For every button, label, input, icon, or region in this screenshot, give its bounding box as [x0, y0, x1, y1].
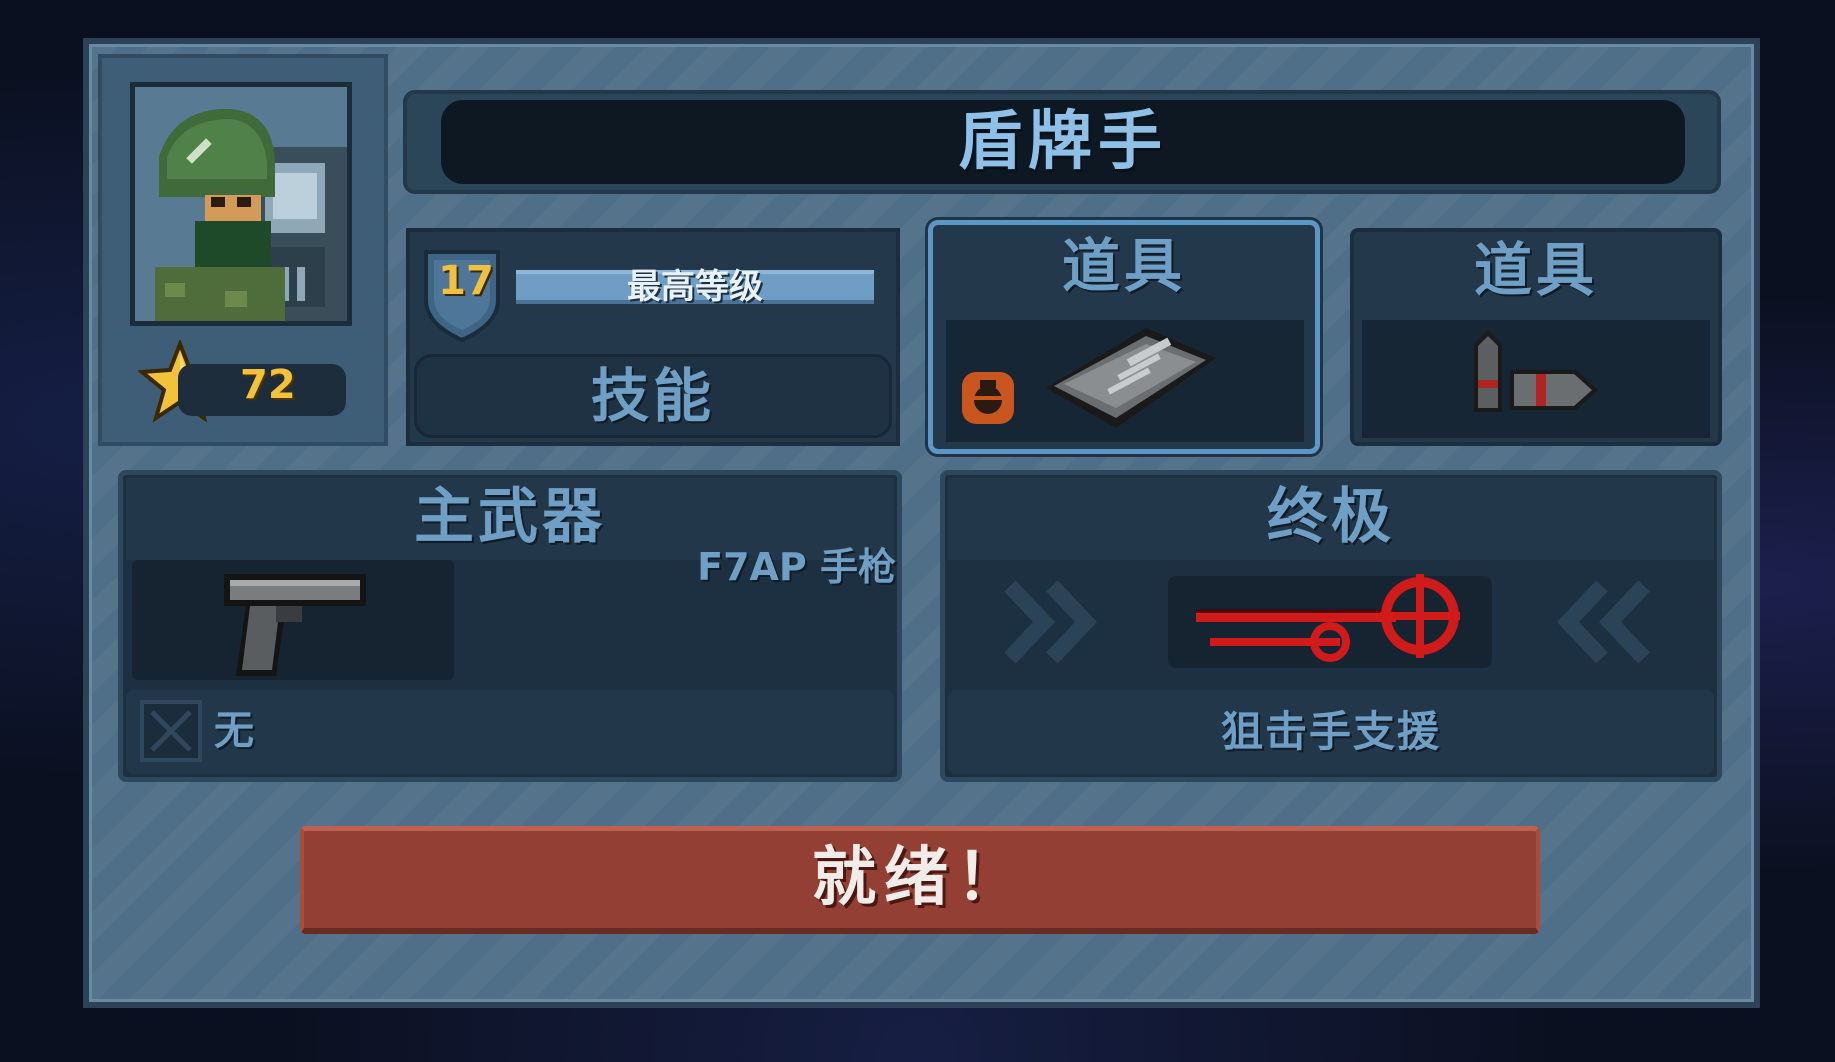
- primary-weapon-name: F7AP 手枪: [697, 545, 896, 589]
- skill-label: 技能: [590, 362, 715, 430]
- attachment-value: 无: [214, 708, 254, 754]
- item-slot-2-label: 道具: [1473, 236, 1598, 304]
- grenade-badge-icon: [962, 372, 1014, 424]
- empty-slot-x-icon: [150, 710, 192, 752]
- chevron-left-icon[interactable]: [1550, 576, 1654, 668]
- chevron-right-icon[interactable]: [1000, 576, 1104, 668]
- soldier-avatar-icon: [135, 87, 347, 321]
- pistol-icon: [224, 574, 366, 676]
- sniper-crosshair-icon: [1196, 574, 1460, 662]
- riot-shield-icon: [1046, 328, 1216, 428]
- ammo-bullets-icon: [1474, 330, 1598, 412]
- attachment-slot: [140, 700, 202, 762]
- ultimate-label: 终极: [1267, 482, 1395, 552]
- ultimate-name: 狙击手支援: [1220, 707, 1441, 756]
- level-number: 17: [438, 258, 494, 304]
- character-portrait[interactable]: [130, 82, 352, 326]
- stars-count: 72: [240, 362, 296, 408]
- level-status-text: 最高等级: [627, 267, 763, 307]
- item-slot-1-label: 道具: [1061, 232, 1186, 300]
- ready-button-label: 就绪！: [812, 841, 1028, 915]
- class-name: 盾牌手: [958, 105, 1168, 179]
